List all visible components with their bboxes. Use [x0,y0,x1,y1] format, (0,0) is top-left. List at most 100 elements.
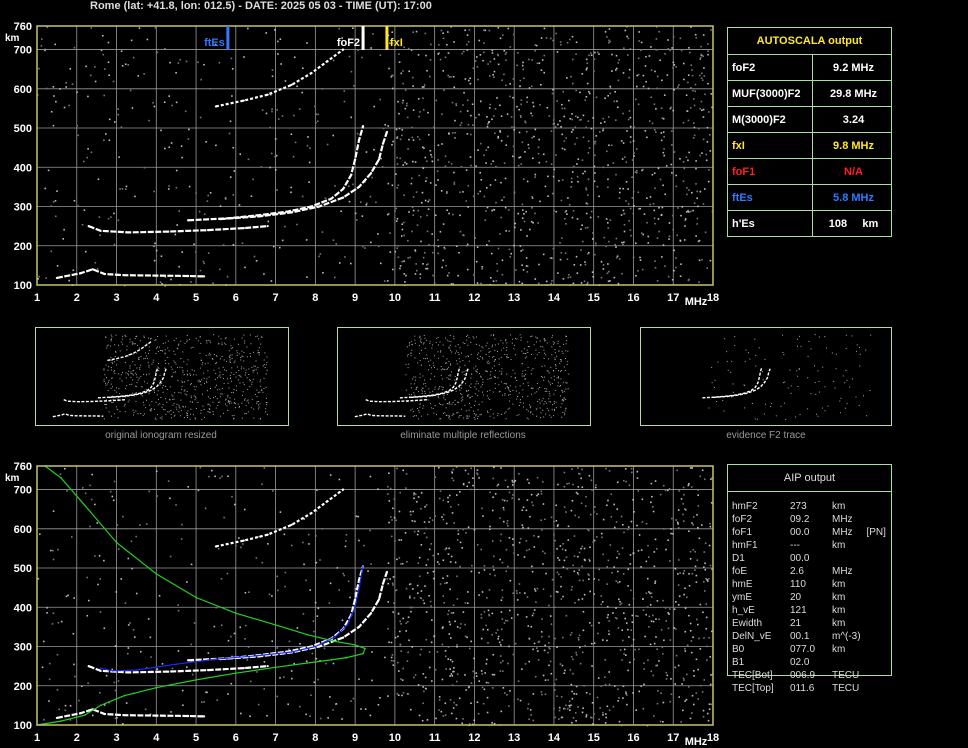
trace-point [310,511,313,515]
trace-point [195,679,197,681]
aip-row: TEC[Bot] 006.9 TECU [732,670,902,683]
trace-point [83,504,86,507]
x-tick-label: 10 [389,732,401,744]
aip-param: B1 [732,657,745,668]
x-tick-label: 16 [627,292,639,304]
y-tick-label: 400 [14,162,32,174]
trace-point [318,205,321,208]
marker-label: ftEs [204,37,225,49]
ionogram-aip-chart: 1 2 3 4 5 6 7 8 9 10 11 12 13 14 15 16 17 18MHz1002003004… [5,461,719,748]
trace-point [175,663,177,665]
trace-point [342,187,345,190]
aip-unit: km [832,605,846,616]
grid [36,465,714,726]
trace-point [346,656,348,659]
trace-point [55,276,58,280]
y-tick-label: 500 [14,123,32,135]
autoscala-row: foF1 N/A [728,158,891,185]
aip-row: B0 077.0 km [732,644,902,657]
trace-point [60,720,62,722]
trace-point [369,612,373,615]
aip-row: TEC[Top] 011.6 TECU [732,683,902,696]
y-tick-label: 400 [14,602,32,614]
aip-unit: TECU [832,670,860,681]
trace-point [187,219,190,222]
trace-point [354,606,356,609]
autoscala-value: 29.8 MHz [829,88,878,100]
x-axis-label: MHz [685,296,708,308]
trace-point [362,652,364,655]
aip-unit: km [832,579,846,590]
thumb-trace [365,399,428,403]
trace-point [354,644,356,646]
y-tick-label: 760 [14,461,32,473]
trace-point [155,274,158,277]
trace-point [155,686,158,689]
trace-point [242,666,245,670]
autoscala-param: ftEs [732,192,753,204]
trace-point [187,659,190,662]
trace-point [99,704,102,707]
trace-point [79,272,82,275]
trace-point [103,272,106,276]
y-tick-label: 200 [14,241,32,253]
aip-param: Ewidth [732,618,763,629]
trace-point [361,124,365,128]
aip-value: 00.0 [790,553,810,564]
aip-value: 011.6 [790,683,815,694]
x-tick-label: 6 [233,292,239,304]
x-tick-label: 8 [312,292,318,304]
aip-param: hmF2 [732,501,758,512]
x-tick-label: 15 [588,732,600,744]
trace-point [266,665,269,668]
trace-point [266,225,269,228]
trace-point [60,476,62,479]
trace-point [99,667,102,669]
x-tick-label: 2 [74,292,80,304]
trace-point [242,226,245,230]
trace-point [377,598,381,601]
x-tick-label: 7 [273,732,279,744]
trace-point [167,670,170,673]
trace-point [369,172,373,175]
trace-point [314,645,317,648]
trace-point [326,500,329,503]
autoscala-value: 9.2 MHz [833,62,874,74]
x-tick-label: 1 [34,292,40,304]
x-tick-label: 16 [627,732,639,744]
x-tick-label: 5 [193,292,199,304]
trace-point [385,130,389,134]
y-tick-label: 700 [14,485,32,497]
y-tick-label: 300 [14,642,32,654]
aip-param: ymE [732,592,752,603]
trace-point [67,714,70,717]
aip-unit: km [832,540,846,551]
aip-value: 273 [790,501,807,512]
autoscala-title: AUTOSCALA output [756,35,863,47]
trace-point [79,712,82,715]
trace-point [103,712,106,716]
thumb-trace [354,413,406,418]
autoscala-param: MUF(3000)F2 [732,88,801,100]
aip-row: hmF2 273 km [732,501,902,514]
trace-point [306,662,309,664]
x-axis-label: MHz [685,736,708,748]
marker-label: fxI [390,37,403,49]
trace-point [346,624,348,626]
autoscala-param: h'Es [732,218,755,230]
trace-point [310,71,313,75]
trace-point [258,215,261,218]
trace-point [274,666,277,669]
trace-point [123,714,126,717]
aip-row: foF2 09.2 MHz [732,514,902,527]
x-tick-label: 13 [508,292,520,304]
thumb-trace [702,366,763,399]
x-tick-label: 10 [389,292,401,304]
aip-value: 20 [790,592,802,603]
aip-param: DelN_vE [732,631,772,642]
aip-unit: km [832,618,846,629]
trace-point [127,671,130,674]
aip-row: hmE 110 km [732,579,902,592]
autoscala-row: ftEs 5.8 MHz [728,184,891,211]
aip-value: 21 [790,618,802,629]
